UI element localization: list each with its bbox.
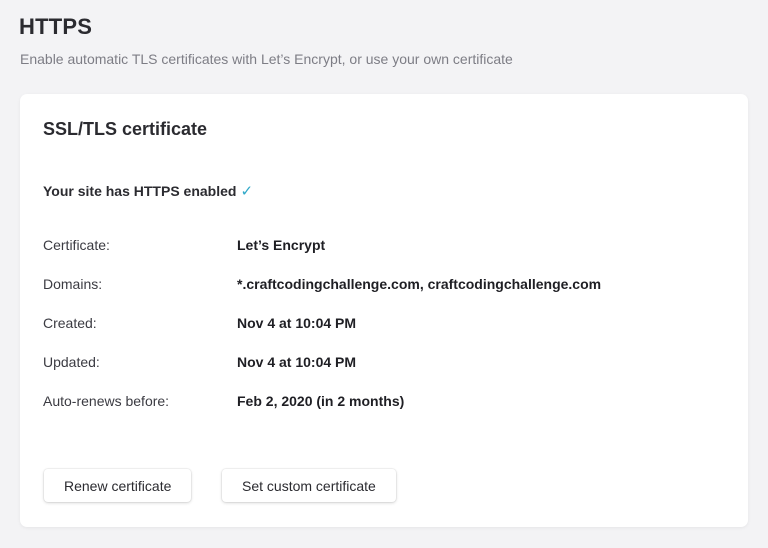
page-title: HTTPS <box>19 14 93 39</box>
detail-label: Created: <box>43 315 97 331</box>
detail-value: Nov 4 at 10:04 PM <box>237 315 357 331</box>
card-title: SSL/TLS certificate <box>43 119 208 139</box>
detail-value: Nov 4 at 10:04 PM <box>237 354 357 370</box>
ssl-certificate-card: SSL/TLS certificate Your site has HTTPS … <box>20 94 748 527</box>
detail-row-domains: Domains: *.craftcodingchallenge.com, cra… <box>43 274 601 294</box>
detail-label: Certificate: <box>43 237 110 253</box>
set-custom-certificate-button[interactable]: Set custom certificate <box>222 469 396 502</box>
https-status-text: Your site has HTTPS enabled <box>43 183 237 199</box>
detail-value: *.craftcodingchallenge.com, craftcodingc… <box>237 276 602 292</box>
detail-label: Auto-renews before: <box>43 393 170 409</box>
detail-row-certificate: Certificate: Let’s Encrypt <box>43 235 325 255</box>
detail-row-created: Created: Nov 4 at 10:04 PM <box>43 313 356 333</box>
check-icon: ✓ <box>240 183 254 200</box>
renew-certificate-button[interactable]: Renew certificate <box>44 469 192 502</box>
page-subtitle: Enable automatic TLS certificates with L… <box>20 51 513 67</box>
detail-row-auto-renews: Auto-renews before: Feb 2, 2020 (in 2 mo… <box>43 391 404 411</box>
detail-value: Let’s Encrypt <box>237 237 326 253</box>
https-status: Your site has HTTPS enabled ✓ <box>43 182 253 200</box>
detail-value: Feb 2, 2020 (in 2 months) <box>237 393 405 409</box>
detail-row-updated: Updated: Nov 4 at 10:04 PM <box>43 352 356 372</box>
detail-label: Domains: <box>43 276 103 292</box>
detail-label: Updated: <box>43 354 100 370</box>
